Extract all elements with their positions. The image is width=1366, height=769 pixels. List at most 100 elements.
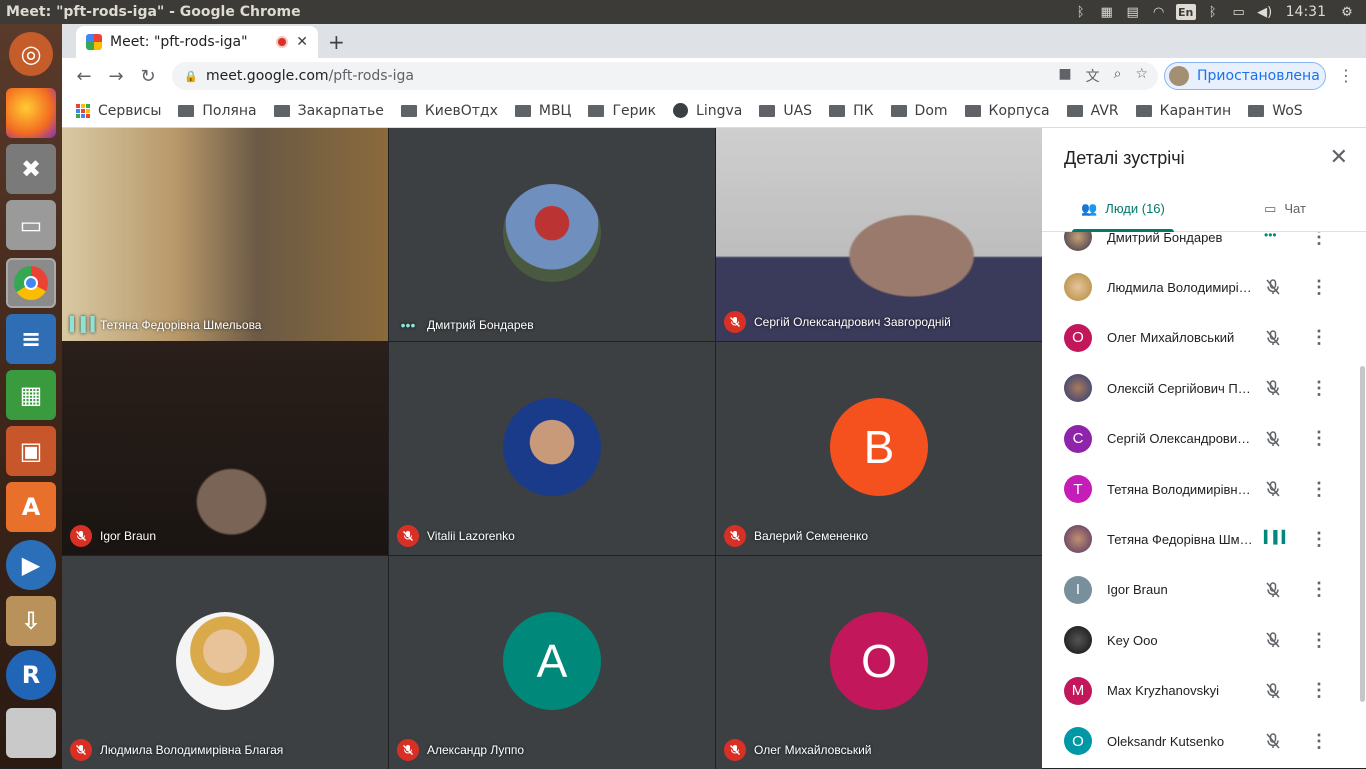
participant-tile[interactable]: Vitalii Lazorenko [389, 342, 715, 555]
bookmark-item[interactable]: Поляна [178, 103, 257, 119]
mic-muted-icon[interactable] [1264, 732, 1282, 750]
mic-muted-icon[interactable] [1264, 379, 1282, 397]
participant-tile[interactable]: В Валерий Семененко [716, 342, 1042, 555]
camera-in-use-icon[interactable]: ■ [1058, 66, 1071, 86]
bookmark-item[interactable]: UAS [759, 103, 812, 119]
bookmark-item[interactable]: Герик [588, 103, 656, 119]
mic-muted-icon[interactable] [1264, 329, 1282, 347]
battery-icon[interactable]: ▭ [1226, 2, 1252, 22]
bookmark-item[interactable]: Закарпатье [273, 103, 384, 119]
tab-people[interactable]: 👥 Люди (16) [1042, 186, 1204, 232]
mic-muted-icon[interactable] [1264, 480, 1282, 498]
media-player-icon[interactable]: ▶ [6, 540, 56, 590]
volume-icon[interactable]: ◀) [1252, 2, 1278, 22]
tab-chat[interactable]: ▭ Чат [1204, 186, 1366, 231]
more-options-icon[interactable]: ⋮ [1310, 327, 1328, 348]
bookmark-item[interactable]: МВЦ [514, 103, 571, 119]
bluetooth-icon[interactable]: ᛒ [1068, 2, 1094, 22]
software-center-icon[interactable]: A [6, 482, 56, 532]
participant-tile[interactable]: Людмила Володимирівна Благая [62, 556, 388, 769]
more-options-icon[interactable]: ⋮ [1310, 630, 1328, 651]
bookmark-item[interactable]: AVR [1066, 103, 1119, 119]
mic-muted-icon[interactable] [1264, 581, 1282, 599]
participant-name: Александр Луппо [427, 743, 525, 757]
bluetooth-status-icon[interactable]: ᛒ [1200, 2, 1226, 22]
system-tools-icon[interactable]: ✖ [6, 144, 56, 194]
participant-tile[interactable]: ••• Дмитрий Бондарев [389, 128, 715, 341]
more-options-icon[interactable]: ⋮ [1310, 232, 1328, 248]
participant-row[interactable]: Т Тетяна Володимирівна Коваленко ⋮ [1042, 464, 1360, 514]
participant-tile[interactable]: Сергій Олександрович Завгородній [716, 128, 1042, 341]
bookmark-item[interactable]: Dom [890, 103, 948, 119]
participant-tile[interactable]: Igor Braun [62, 342, 388, 555]
bookmark-item[interactable]: Карантин [1135, 103, 1231, 119]
mic-muted-icon[interactable] [1264, 430, 1282, 448]
participant-avatar: Т [1064, 475, 1092, 503]
bookmark-item[interactable]: Корпуса [964, 103, 1050, 119]
files-cabinet-icon[interactable]: ▭ [6, 200, 56, 250]
more-options-icon[interactable]: ⋮ [1310, 428, 1328, 449]
archive-download-icon[interactable]: ⇩ [6, 596, 56, 646]
mic-muted-icon[interactable] [1264, 278, 1282, 296]
bookmark-item[interactable]: Сервисы [76, 103, 161, 119]
participant-row[interactable]: Тетяна Федорівна Шмельова ▍▌▍ ⋮ [1042, 514, 1360, 564]
tab-close-icon[interactable]: ✕ [296, 34, 308, 50]
lock-icon[interactable]: 🔒 [184, 70, 198, 83]
people-list-scrollbar[interactable] [1360, 366, 1365, 702]
r-icon[interactable]: R [6, 650, 56, 700]
scanner-icon[interactable] [6, 708, 56, 758]
back-icon[interactable]: ← [68, 66, 100, 87]
participant-row[interactable]: O Oleksandr Kutsenko ⋮ [1042, 716, 1360, 766]
more-options-icon[interactable]: ⋮ [1310, 680, 1328, 701]
window-grid-icon[interactable]: ▤ [1120, 2, 1146, 22]
translate-icon[interactable]: 文 [1086, 66, 1100, 86]
zoom-icon[interactable]: ⌕ [1114, 66, 1122, 86]
address-bar[interactable]: 🔒 meet.google.com/pft-rods-iga ■ 文 ⌕ ☆ [172, 62, 1158, 90]
workspaces-icon[interactable]: ▦ [1094, 2, 1120, 22]
new-tab-button[interactable]: + [328, 30, 345, 54]
bookmark-item[interactable]: ПК [829, 103, 874, 119]
chrome-icon[interactable] [6, 258, 56, 308]
bookmark-label: Lingva [696, 102, 743, 119]
participant-row[interactable]: M Max Kryzhanovskyi ⋮ [1042, 666, 1360, 716]
participant-row[interactable]: О Олег Михайловський ⋮ [1042, 313, 1360, 363]
ubuntu-dash-icon[interactable]: ◎ [9, 32, 53, 76]
reload-icon[interactable]: ↻ [132, 66, 164, 87]
participant-name-row: Igor Braun [70, 525, 156, 547]
participant-row[interactable]: Key Ooo ⋮ [1042, 615, 1360, 665]
calc-icon[interactable]: ▦ [6, 370, 56, 420]
bookmark-item[interactable]: WoS [1248, 103, 1303, 119]
more-options-icon[interactable]: ⋮ [1310, 378, 1328, 399]
ubuntu-launcher: ◎ ✖ ▭ ≡ ▦ ▣ A ▶ ⇩ R [0, 24, 62, 768]
more-options-icon[interactable]: ⋮ [1310, 731, 1328, 752]
bookmark-item[interactable]: КиевОтдх [400, 103, 498, 119]
participant-tile[interactable]: A Александр Луппо [389, 556, 715, 769]
bookmark-star-icon[interactable]: ☆ [1135, 66, 1148, 86]
mic-muted-icon[interactable] [1264, 631, 1282, 649]
participant-row[interactable]: I Igor Braun ⋮ [1042, 565, 1360, 615]
forward-icon[interactable]: → [100, 66, 132, 87]
participant-tile[interactable]: O Олег Михайловський [716, 556, 1042, 769]
clock[interactable]: 14:31 [1278, 4, 1334, 20]
more-options-icon[interactable]: ⋮ [1310, 529, 1328, 550]
more-options-icon[interactable]: ⋮ [1310, 479, 1328, 500]
writer-icon[interactable]: ≡ [6, 314, 56, 364]
keyboard-layout-indicator[interactable]: En [1175, 4, 1196, 20]
participant-tile[interactable]: ▍▌▍ Тетяна Федорівна Шмельова [62, 128, 388, 341]
settings-gear-icon[interactable]: ⚙ [1334, 2, 1360, 22]
firefox-icon[interactable] [6, 88, 56, 138]
participant-row[interactable]: Олексій Сергійович Павленко ⋮ [1042, 363, 1360, 413]
mic-muted-icon[interactable] [1264, 682, 1282, 700]
profile-button[interactable]: Приостановлена [1164, 62, 1326, 90]
participant-row[interactable]: С Сергій Олександрович Завгородній ⋮ [1042, 414, 1360, 464]
bookmark-item[interactable]: Lingva [673, 103, 742, 119]
tab-meet[interactable]: Meet: "pft-rods-iga" ✕ [76, 26, 318, 58]
close-panel-icon[interactable]: ✕ [1330, 144, 1348, 170]
participant-row[interactable]: Дмитрий Бондарев ••• ⋮ [1042, 232, 1360, 262]
impress-icon[interactable]: ▣ [6, 426, 56, 476]
chrome-menu-icon[interactable]: ⋮ [1338, 66, 1354, 85]
more-options-icon[interactable]: ⋮ [1310, 277, 1328, 298]
wifi-icon[interactable]: ◠ [1146, 2, 1172, 22]
more-options-icon[interactable]: ⋮ [1310, 579, 1328, 600]
participant-row[interactable]: Людмила Володимирівна Благая ⋮ [1042, 262, 1360, 312]
